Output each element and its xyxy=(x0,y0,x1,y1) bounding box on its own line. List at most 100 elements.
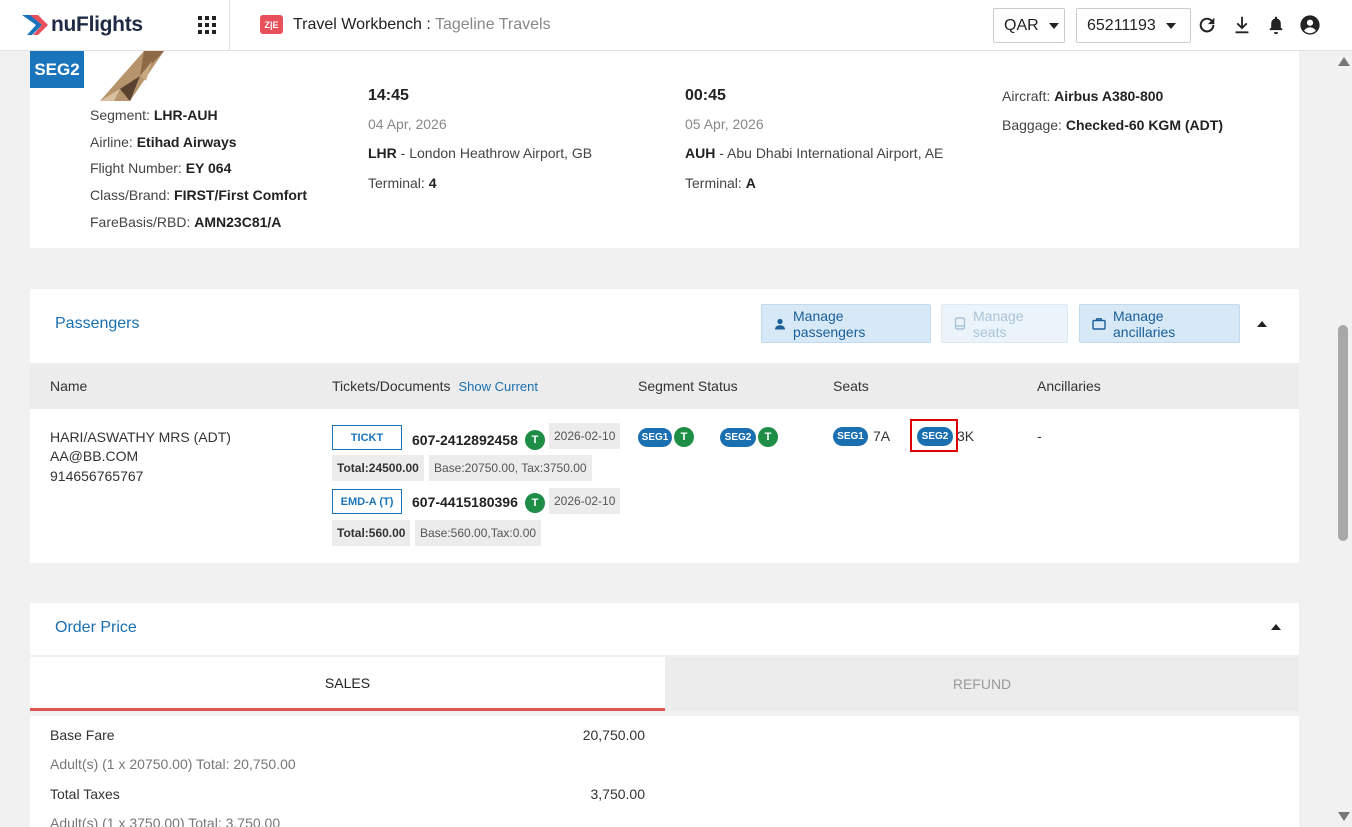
logo-text: nuFlights xyxy=(51,13,143,36)
refresh-icon[interactable] xyxy=(1196,14,1218,36)
emd-status-badge: T xyxy=(525,493,545,513)
ancillaries-value: - xyxy=(1037,428,1042,444)
ticket-number: 607-2412892458 xyxy=(412,432,518,448)
base-fare-label: Base Fare xyxy=(50,727,115,743)
briefcase-icon xyxy=(1092,317,1106,330)
arrival-code: AUH xyxy=(685,145,716,161)
ticket-type-button[interactable]: TICKT xyxy=(332,425,402,450)
segment-status-seg1[interactable]: SEG1 xyxy=(638,428,672,447)
order-price-card: Order Price SALES REFUND Base Fare 20,75… xyxy=(30,603,1299,827)
segment-flight-label: Flight Number: xyxy=(90,160,186,176)
currency-value: QAR xyxy=(1004,16,1039,34)
seat-seg1-value: 7A xyxy=(873,428,891,444)
ticket-date: 2026-02-10 xyxy=(549,423,621,449)
manage-passengers-label: Manage passengers xyxy=(793,307,866,340)
passengers-title: Passengers xyxy=(55,315,140,332)
segment-flight-number: Flight Number: EY 064 xyxy=(90,160,231,176)
segment-class: Class/Brand: FIRST/First Comfort xyxy=(90,187,307,203)
segment-fare-basis: FareBasis/RBD: AMN23C81/A xyxy=(90,214,281,230)
emd-number: 607-4415180396 xyxy=(412,494,518,510)
baggage-label: Baggage: xyxy=(1002,117,1066,133)
segment-class-label: Class/Brand: xyxy=(90,187,175,203)
scroll-down-arrow-icon[interactable] xyxy=(1338,812,1350,821)
seat-icon xyxy=(954,317,966,330)
scrollbar-thumb[interactable] xyxy=(1338,325,1348,541)
account-icon[interactable] xyxy=(1299,14,1321,36)
base-fare-value: 20,750.00 xyxy=(582,727,645,743)
segment-class-value: FIRST/First Comfort xyxy=(174,187,308,203)
aircraft-label: Aircraft: xyxy=(1002,88,1055,104)
total-taxes-value: 3,750.00 xyxy=(590,786,646,802)
departure-airport-name: - London Heathrow Airport, GB xyxy=(396,145,593,161)
agency-id-select[interactable]: 65211193 xyxy=(1076,8,1191,43)
passengers-table-header: Name Tickets/Documents Show Current Segme… xyxy=(30,363,1299,409)
segment-card: SEG2 Segment: LHR-AUH Airline: Etihad Ai… xyxy=(30,51,1299,248)
col-segment-status: Segment Status xyxy=(638,378,738,394)
segment-route-label: Segment: xyxy=(90,107,154,123)
col-seats: Seats xyxy=(833,378,869,394)
departure-code: LHR xyxy=(368,145,397,161)
emd-breakdown: Base:560.00,Tax:0.00 xyxy=(415,520,542,546)
segment-fare-label: FareBasis/RBD: xyxy=(90,214,195,230)
arrival-date: 05 Apr, 2026 xyxy=(685,116,764,132)
manage-ancillaries-button[interactable]: Manage ancillaries xyxy=(1079,304,1240,343)
aircraft-value: Airbus A380-800 xyxy=(1054,88,1164,104)
arrival-time: 00:45 xyxy=(685,87,726,104)
segment-route-value: LHR-AUH xyxy=(153,107,218,123)
segment-badge: SEG2 xyxy=(30,51,84,88)
manage-seats-label: Manage seats xyxy=(973,307,1024,340)
logo-mark-icon xyxy=(22,15,48,35)
ticket-total-value: Total:24500.00 xyxy=(337,461,419,475)
collapse-order-price-icon[interactable] xyxy=(1271,624,1281,630)
passengers-card: Passengers Manage passengers Manage seat… xyxy=(30,289,1299,563)
segment-route: Segment: LHR-AUH xyxy=(90,107,218,123)
tab-refund[interactable]: REFUND xyxy=(665,657,1299,711)
ticket-status-badge: T xyxy=(525,430,545,450)
emd-type-button[interactable]: EMD-A (T) xyxy=(332,489,402,514)
baggage-value: Checked-60 KGM (ADT) xyxy=(1065,117,1223,133)
col-tickets-label: Tickets/Documents xyxy=(332,378,451,394)
segment-flight-value: EY 064 xyxy=(185,160,232,176)
seg2-status-badge: T xyxy=(758,427,778,447)
segment-airline: Airline: Etihad Airways xyxy=(90,134,237,150)
arrival-airport: AUH - Abu Dhabi International Airport, A… xyxy=(685,145,943,161)
download-icon[interactable] xyxy=(1231,14,1253,36)
seat-seg1-pill[interactable]: SEG1 xyxy=(833,427,868,446)
page-title: Travel Workbench : Tageline Travels xyxy=(293,16,551,34)
segment-status-seg2[interactable]: SEG2 xyxy=(720,428,756,447)
apps-grid-icon[interactable] xyxy=(198,16,216,34)
arrival-airport-name: - Abu Dhabi International Airport, AE xyxy=(715,145,944,161)
baggage-info: Baggage: Checked-60 KGM (ADT) xyxy=(1002,117,1223,133)
order-price-title: Order Price xyxy=(55,619,137,636)
aircraft-info: Aircraft: Airbus A380-800 xyxy=(1002,88,1163,104)
currency-select[interactable]: QAR xyxy=(993,8,1065,43)
page-scrollbar[interactable] xyxy=(1332,51,1352,827)
show-current-link[interactable]: Show Current xyxy=(459,379,538,394)
col-tickets: Tickets/Documents Show Current xyxy=(332,378,538,394)
bell-icon[interactable] xyxy=(1265,14,1287,36)
departure-terminal-value: 4 xyxy=(428,175,437,191)
departure-airport: LHR - London Heathrow Airport, GB xyxy=(368,145,592,161)
total-taxes-label: Total Taxes xyxy=(50,786,120,802)
ticket-breakdown: Base:20750.00, Tax:3750.00 xyxy=(429,455,592,481)
agency-id-value: 65211193 xyxy=(1087,16,1156,34)
scroll-up-arrow-icon[interactable] xyxy=(1338,57,1350,66)
tab-refund-label: REFUND xyxy=(952,676,1012,692)
chevron-down-icon xyxy=(1165,22,1176,29)
top-bar: nuFlights Z|E Travel Workbench : Tagelin… xyxy=(0,0,1352,51)
seg1-status-badge: T xyxy=(674,427,694,447)
arrival-terminal-value: A xyxy=(745,175,756,191)
emd-total-value: Total:560.00 xyxy=(337,526,406,540)
highlight-box xyxy=(910,419,958,452)
departure-terminal-label: Terminal: xyxy=(368,175,429,191)
nuflights-logo[interactable]: nuFlights xyxy=(22,9,143,41)
tab-sales[interactable]: SALES xyxy=(30,657,665,711)
base-fare-detail: Adult(s) (1 x 20750.00) Total: 20,750.00 xyxy=(50,756,296,772)
collapse-passengers-icon[interactable] xyxy=(1257,321,1267,327)
manage-passengers-button[interactable]: Manage passengers xyxy=(761,304,931,343)
tab-gap xyxy=(30,711,1299,716)
segment-airline-value: Etihad Airways xyxy=(136,134,237,150)
passenger-email: AA@BB.COM xyxy=(50,448,139,464)
arrival-terminal-label: Terminal: xyxy=(685,175,746,191)
manage-seats-button[interactable]: Manage seats xyxy=(941,304,1068,343)
